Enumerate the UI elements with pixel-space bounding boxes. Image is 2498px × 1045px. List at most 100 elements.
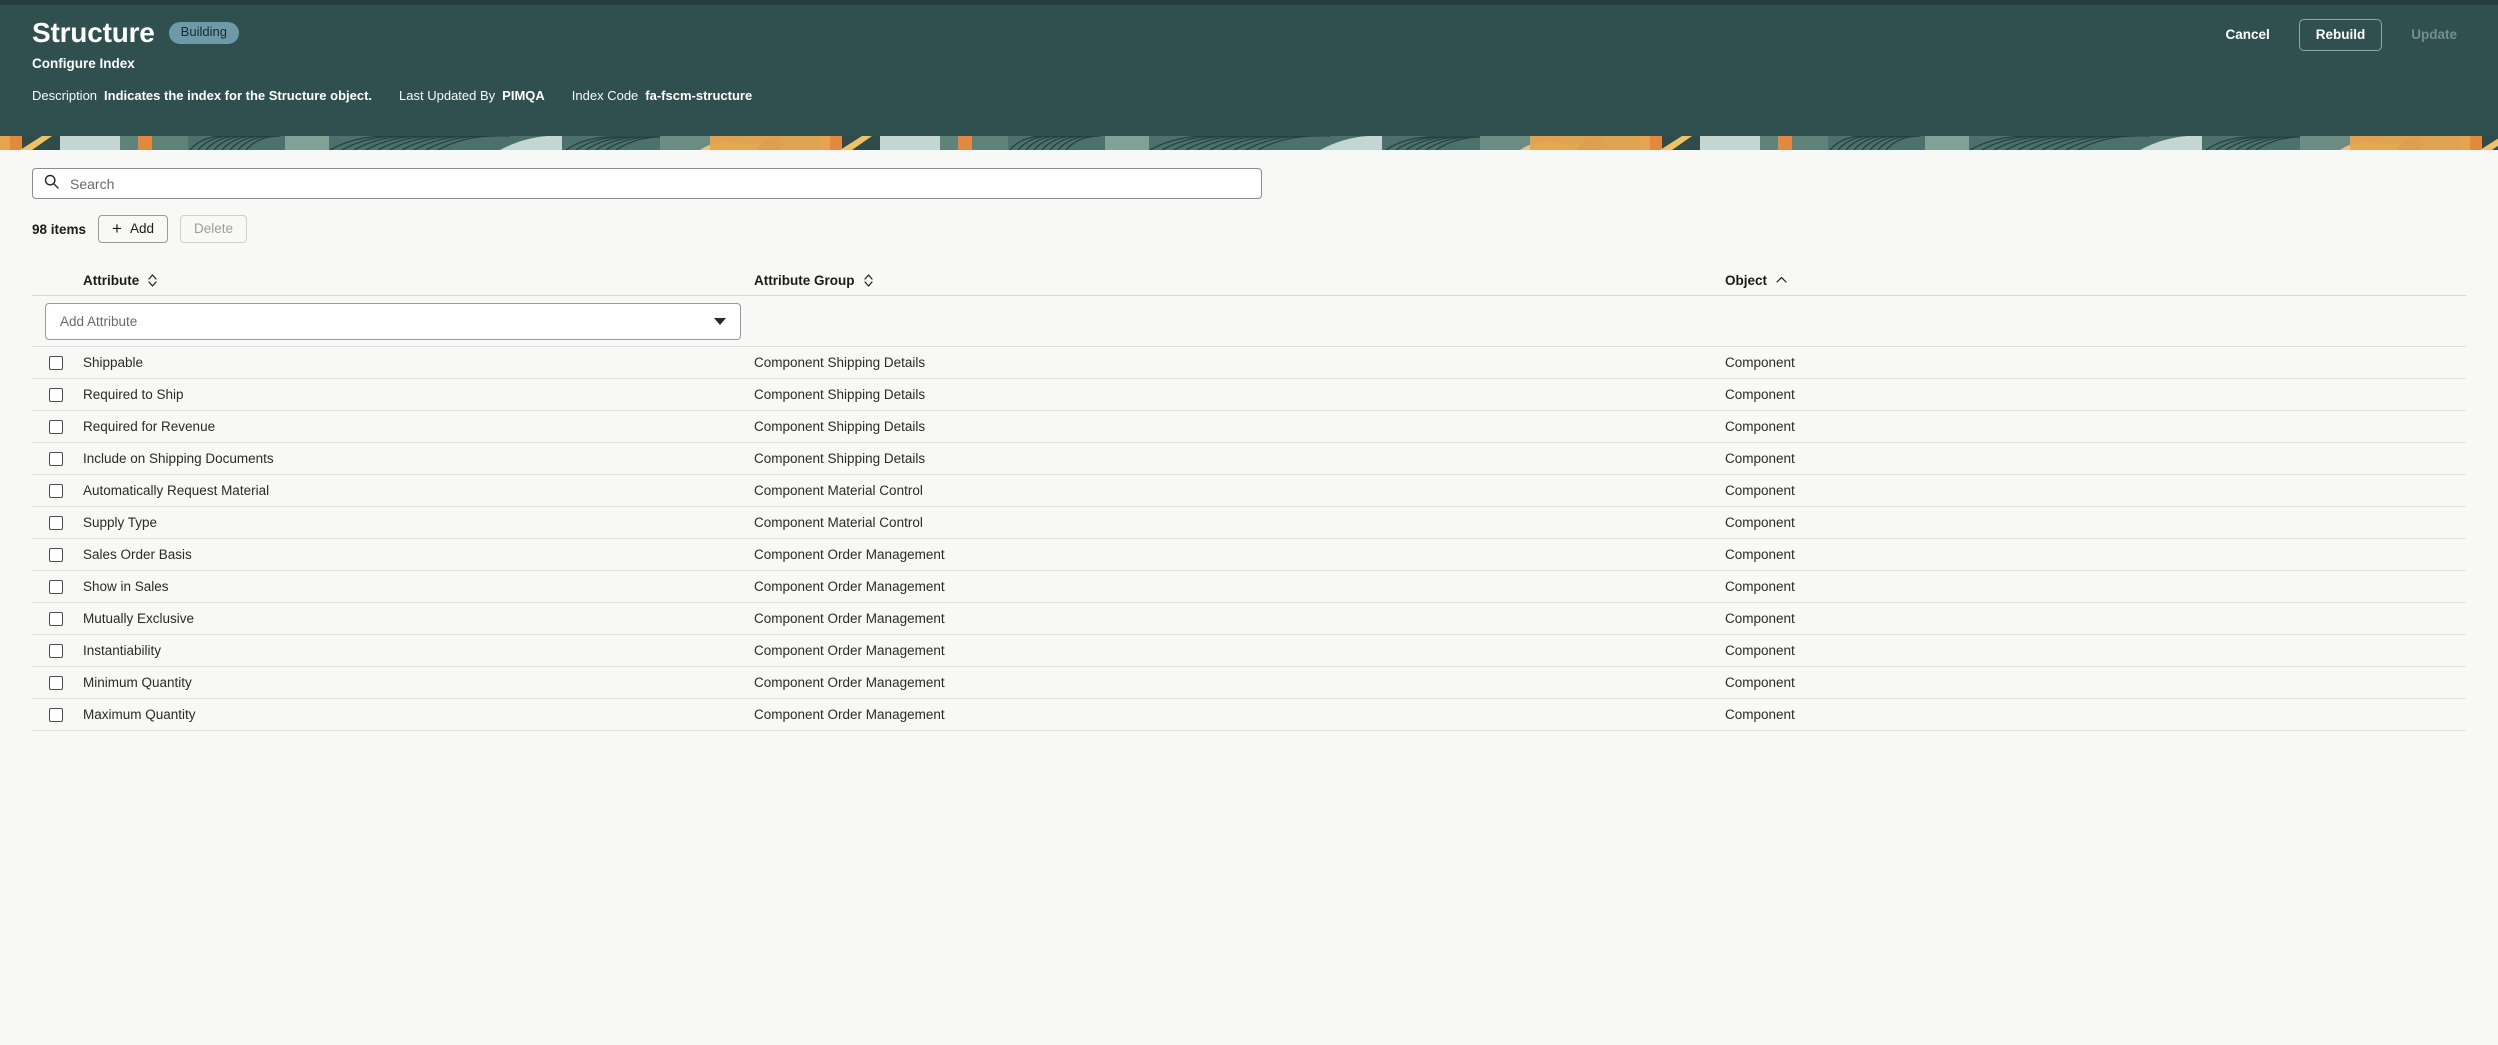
table-body: Shippable Component Shipping Details Compo… [32,347,2466,731]
cell-attribute-group: Component Order Management [754,547,945,562]
column-header-object[interactable]: Object [1389,273,2419,288]
column-header-object-label: Object [1725,272,1768,288]
cell-object: Component [1725,611,1795,626]
cell-attribute: Include on Shipping Documents [83,451,274,466]
table-row[interactable]: Mutually Exclusive Component Order Manage… [32,603,2466,635]
add-attribute-dropdown[interactable]: Add Attribute [45,302,741,340]
cell-attribute: Minimum Quantity [83,675,192,690]
row-select-cell [32,547,63,562]
cell-attribute: Supply Type [83,515,158,530]
row-select-cell [32,419,63,434]
cell-object: Component [1725,355,1795,370]
cell-attribute-group: Component Order Management [754,675,945,690]
cell-attribute-group: Component Order Management [754,579,945,594]
cancel-button[interactable]: Cancel [2208,19,2286,51]
cell-attribute-group: Component Shipping Details [754,451,926,466]
cell-attribute-group: Component Shipping Details [754,387,926,402]
column-header-attribute-label: Attribute [83,272,140,288]
plus-icon: + [112,218,122,238]
page-subtitle: Configure Index [32,56,135,71]
row-select-cell [32,579,63,594]
cell-attribute: Show in Sales [83,579,169,594]
search-box[interactable] [32,168,1262,199]
table-row[interactable]: Show in Sales Component Order Management C… [32,571,2466,603]
header-meta: Description Indicates the index for the … [32,88,2466,103]
column-header-attribute[interactable]: Attribute [60,273,754,288]
column-header-attribute-group[interactable]: Attribute Group [754,273,1389,288]
cell-object: Component [1725,387,1795,402]
column-header-attribute-group-label: Attribute Group [754,272,855,288]
table-toolbar: 98 items + Add Delete [32,214,2466,244]
delete-button: Delete [180,214,248,244]
chevron-down-icon [714,317,726,325]
search-container [32,168,1262,199]
meta-last-updated-by-value: PIMQA [502,88,545,103]
row-select-cell [32,387,63,402]
page-header: Structure Building Configure Index Descr… [0,5,2498,136]
cell-attribute: Automatically Request Material [83,483,270,498]
cell-attribute-group: Component Shipping Details [754,355,926,370]
table-row[interactable]: Minimum Quantity Component Order Manageme… [32,667,2466,699]
cell-object: Component [1725,451,1795,466]
meta-description: Description Indicates the index for the … [32,88,372,103]
meta-description-label: Description [32,88,98,103]
cell-attribute: Required to Ship [83,387,184,402]
delete-button-label: Delete [194,220,234,236]
sort-ascending-icon [1776,276,1787,284]
cell-object: Component [1725,483,1795,498]
table-header-row: Attribute Attribute Group Object [32,265,2466,296]
add-attribute-dropdown-label: Add Attribute [60,313,138,329]
row-select-cell [32,355,63,370]
cell-attribute: Mutually Exclusive [83,611,195,626]
row-select-cell [32,451,63,466]
meta-last-updated-by: Last Updated By PIMQA [399,88,545,103]
row-select-cell [32,675,63,690]
table-row[interactable]: Automatically Request Material Component … [32,475,2466,507]
row-select-cell [32,611,63,626]
table-row[interactable]: Include on Shipping Documents Component S… [32,443,2466,475]
table-row[interactable]: Instantiability Component Order Managemen… [32,635,2466,667]
items-count: 98 items [32,221,87,237]
add-button-label: Add [129,220,155,236]
cell-attribute-group: Component Order Management [754,643,945,658]
cell-attribute: Maximum Quantity [83,707,196,722]
cell-object: Component [1725,707,1795,722]
cell-attribute: Instantiability [83,643,162,658]
meta-last-updated-by-label: Last Updated By [399,88,496,103]
attributes-table: Attribute Attribute Group Object Add Att… [32,265,2466,731]
add-attribute-row: Add Attribute [32,296,2466,347]
update-button: Update [2394,19,2474,51]
meta-index-code: Index Code fa-fscm-structure [572,88,752,103]
row-select-cell [32,643,63,658]
cell-object: Component [1725,419,1795,434]
title-row: Structure Building [32,5,2466,47]
search-icon [44,174,59,194]
sort-updown-icon [863,273,873,287]
table-row[interactable]: Shippable Component Shipping Details Compo… [32,347,2466,379]
cell-attribute: Sales Order Basis [83,547,192,562]
meta-index-code-label: Index Code [571,88,639,103]
header-actions: Cancel Rebuild Update [2208,19,2474,51]
table-row[interactable]: Maximum Quantity Component Order Manageme… [32,699,2466,731]
search-input[interactable] [70,169,1250,198]
main-content: 98 items + Add Delete Attribute Attribut… [0,168,2498,731]
table-row[interactable]: Required for Revenue Component Shipping D… [32,411,2466,443]
sort-updown-icon [148,273,157,287]
rebuild-button[interactable]: Rebuild [2298,19,2383,51]
meta-index-code-value: fa-fscm-structure [645,88,753,103]
add-button[interactable]: + Add [98,214,169,244]
table-row[interactable]: Required to Ship Component Shipping Detai… [32,379,2466,411]
page-title: Structure [32,17,155,48]
row-select-cell [32,515,63,530]
table-row[interactable]: Supply Type Component Material Control Com… [32,507,2466,539]
cell-attribute: Required for Revenue [83,419,216,434]
table-row[interactable]: Sales Order Basis Component Order Managem… [32,539,2466,571]
cell-object: Component [1725,515,1795,530]
cell-attribute-group: Component Material Control [754,515,923,530]
row-select-cell [32,707,63,722]
cell-attribute-group: Component Material Control [754,483,923,498]
status-badge: Building [168,22,239,44]
cell-object: Component [1725,643,1795,658]
cell-attribute-group: Component Shipping Details [754,419,926,434]
cell-object: Component [1725,675,1795,690]
